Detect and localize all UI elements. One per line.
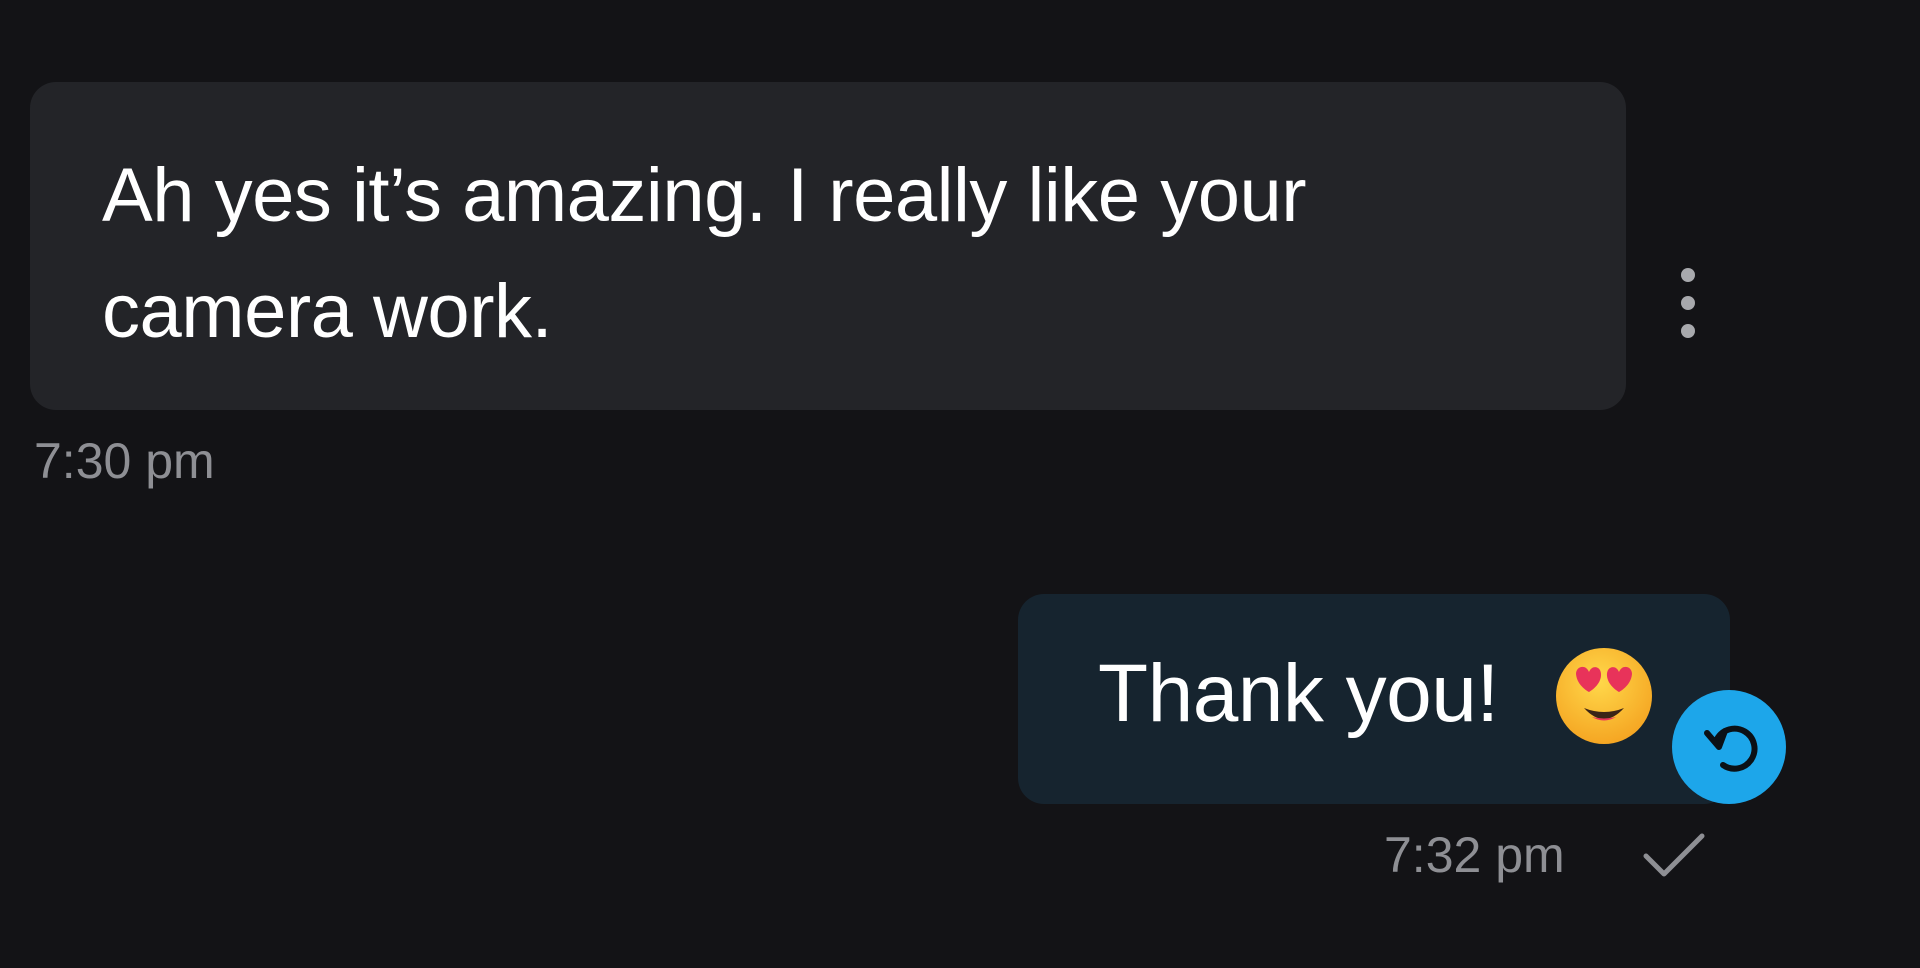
check-icon [1643, 833, 1705, 877]
received-message-bubble[interactable]: Ah yes it’s amazing. I really like your … [30, 82, 1626, 410]
sent-message-text: Thank you! [1098, 648, 1499, 739]
received-message-timestamp: 7:30 pm [34, 433, 215, 489]
sent-message-timestamp: 7:32 pm [1384, 827, 1565, 883]
received-message-text: Ah yes it’s amazing. I really like your … [102, 153, 1307, 354]
heart-eyes-emoji-icon [1556, 648, 1652, 744]
chat-view: Ah yes it’s amazing. I really like your … [0, 0, 1920, 968]
more-vertical-icon [1681, 268, 1695, 282]
more-dot [1681, 296, 1695, 310]
more-dot [1681, 324, 1695, 338]
more-options-button[interactable] [1668, 268, 1708, 338]
reply-icon [1704, 725, 1758, 772]
reply-button[interactable] [1672, 690, 1786, 804]
